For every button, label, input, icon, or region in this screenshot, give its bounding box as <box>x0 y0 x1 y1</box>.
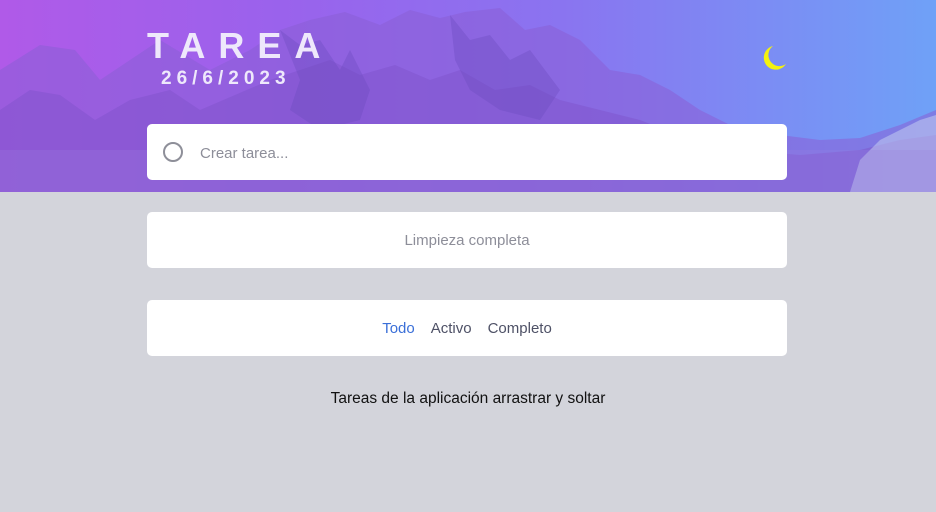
filter-completed-tab[interactable]: Completo <box>488 320 552 337</box>
clear-completed-button[interactable]: Limpieza completa <box>404 232 529 249</box>
drag-drop-note: Tareas de la aplicación arrastrar y solt… <box>330 390 606 407</box>
current-date: 26/6/2023 <box>161 68 291 89</box>
app-title: TAREA <box>147 25 334 66</box>
moon-icon[interactable] <box>760 43 788 73</box>
filter-all-tab[interactable]: Todo <box>382 320 415 337</box>
create-task-input[interactable] <box>198 138 762 168</box>
create-task-bar <box>147 124 787 180</box>
filter-bar: Todo Activo Completo <box>147 300 787 356</box>
filter-active-tab[interactable]: Activo <box>431 320 472 337</box>
checkbox-circle-icon[interactable] <box>163 142 183 162</box>
clear-completed-bar: Limpieza completa <box>147 212 787 268</box>
